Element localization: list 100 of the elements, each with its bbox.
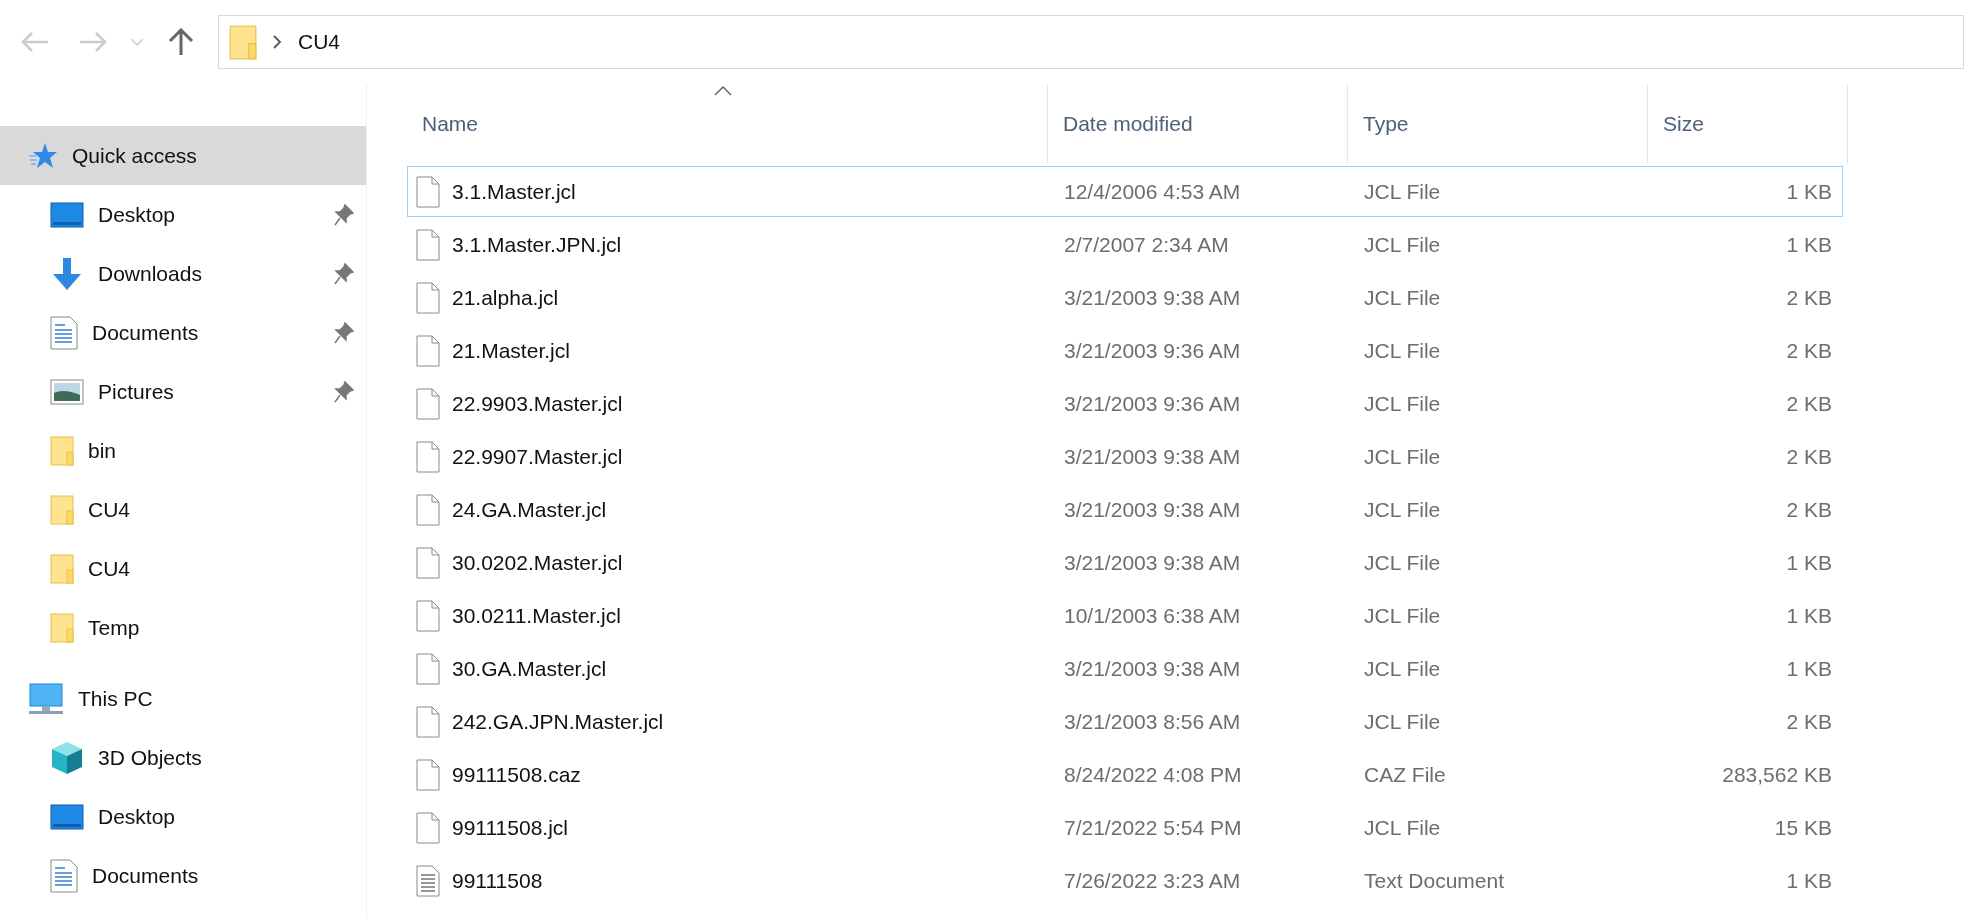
sidebar-item[interactable]: Quick access bbox=[0, 126, 366, 185]
folder-icon bbox=[50, 494, 74, 525]
type-cell-text: JCL File bbox=[1363, 179, 1442, 204]
up-arrow-icon bbox=[168, 28, 194, 56]
column-header[interactable]: Name bbox=[407, 84, 1048, 164]
computer-icon bbox=[28, 682, 64, 715]
type-cell-text: Text Document bbox=[1363, 868, 1506, 893]
sidebar-item[interactable]: Documents bbox=[0, 846, 366, 905]
file-row[interactable]: 30.0211.Master.jcl 10/1/2003 6:38 AM JCL File 1 KB bbox=[407, 590, 1843, 641]
size-cell-text: 15 KB bbox=[1773, 815, 1833, 840]
file-icon bbox=[416, 493, 440, 526]
cube-icon bbox=[50, 740, 84, 775]
sidebar-item[interactable]: bin bbox=[0, 421, 366, 480]
file-name: 99111508 bbox=[452, 868, 543, 893]
file-name: 22.9903.Master.jcl bbox=[452, 391, 623, 416]
file-icon bbox=[416, 811, 440, 844]
column-header[interactable]: Date modified bbox=[1048, 84, 1348, 164]
monitor-icon bbox=[50, 201, 84, 228]
sidebar-item[interactable]: Desktop bbox=[0, 787, 366, 846]
file-name: 24.GA.Master.jcl bbox=[452, 497, 607, 522]
file-row[interactable]: 99111508.jcl 7/21/2022 5:54 PM JCL File 15 KB bbox=[407, 802, 1843, 853]
down-arrow-icon bbox=[50, 256, 84, 291]
folder-icon bbox=[50, 435, 74, 466]
file-row[interactable]: 99111508.caz 8/24/2022 4:08 PM CAZ File 283,562 KB bbox=[407, 749, 1843, 800]
file-row[interactable]: 3.1.Master.JPN.jcl 2/7/2007 2:34 AM JCL File 1 KB bbox=[407, 219, 1843, 270]
file-icon bbox=[416, 334, 440, 367]
file-row[interactable]: 21.Master.jcl 3/21/2003 9:36 AM JCL File 2 KB bbox=[407, 325, 1843, 376]
text-file-icon bbox=[416, 864, 440, 897]
file-row[interactable]: 22.9903.Master.jcl 3/21/2003 9:36 AM JCL File 2 KB bbox=[407, 378, 1843, 429]
type-cell-text: JCL File bbox=[1363, 338, 1442, 363]
sidebar-item[interactable]: Documents bbox=[0, 303, 366, 362]
monitor-icon bbox=[50, 803, 84, 830]
file-icon bbox=[416, 758, 440, 791]
file-row[interactable]: 99111508 7/26/2022 3:23 AM Text Document 1 KB bbox=[407, 855, 1843, 906]
file-name: 3.1.Master.jcl bbox=[452, 179, 576, 204]
document-icon bbox=[50, 315, 78, 350]
file-row[interactable]: 30.GA.Master.jcl 3/21/2003 9:38 AM JCL File 1 KB bbox=[407, 643, 1843, 694]
file-row[interactable]: 22.9907.Master.jcl 3/21/2003 9:38 AM JCL File 2 KB bbox=[407, 431, 1843, 482]
size-cell-text: 1 KB bbox=[1785, 603, 1833, 628]
file-icon bbox=[416, 175, 440, 208]
sidebar-item[interactable]: Downloads bbox=[0, 244, 366, 303]
type-cell-text: JCL File bbox=[1363, 815, 1442, 840]
file-row[interactable]: 21.alpha.jcl 3/21/2003 9:38 AM JCL File 2 KB bbox=[407, 272, 1843, 323]
date-cell-text: 8/24/2022 4:08 PM bbox=[1063, 762, 1243, 787]
size-cell-text: 283,562 KB bbox=[1721, 762, 1833, 787]
sidebar-item[interactable]: CU4 bbox=[0, 480, 366, 539]
folder-icon bbox=[229, 24, 257, 60]
file-icon bbox=[416, 387, 440, 420]
type-cell-text: JCL File bbox=[1363, 550, 1442, 575]
file-row[interactable]: 3.1.Master.jcl 12/4/2006 4:53 AM JCL File 1 KB bbox=[407, 166, 1843, 217]
file-icon bbox=[416, 652, 440, 685]
type-cell-text: JCL File bbox=[1363, 497, 1442, 522]
type-cell-text: JCL File bbox=[1363, 709, 1442, 734]
date-cell-text: 7/26/2022 3:23 AM bbox=[1063, 868, 1242, 893]
file-icon bbox=[416, 440, 440, 473]
address-bar[interactable]: CU4 bbox=[218, 15, 1964, 69]
chevron-icon bbox=[273, 35, 282, 49]
type-cell-text: JCL File bbox=[1363, 603, 1442, 628]
folder-icon bbox=[50, 612, 74, 643]
size-cell-text: 1 KB bbox=[1785, 656, 1833, 681]
date-cell-text: 3/21/2003 9:36 AM bbox=[1063, 391, 1242, 416]
column-header[interactable]: Size bbox=[1648, 84, 1848, 164]
picture-icon bbox=[50, 378, 84, 405]
type-cell-text: JCL File bbox=[1363, 444, 1442, 469]
file-icon bbox=[416, 546, 440, 579]
size-cell-text: 1 KB bbox=[1785, 232, 1833, 257]
size-cell-text: 2 KB bbox=[1785, 285, 1833, 310]
breadcrumb[interactable]: CU4 bbox=[298, 30, 340, 54]
file-row[interactable]: 242.GA.JPN.Master.jcl 3/21/2003 8:56 AM JCL File 2 KB bbox=[407, 696, 1843, 747]
file-row[interactable]: 24.GA.Master.jcl 3/21/2003 9:38 AM JCL File 2 KB bbox=[407, 484, 1843, 535]
date-cell-text: 12/4/2006 4:53 AM bbox=[1063, 179, 1242, 204]
file-row[interactable]: 30.0202.Master.jcl 3/21/2003 9:38 AM JCL File 1 KB bbox=[407, 537, 1843, 588]
file-icon bbox=[416, 599, 440, 632]
file-name: 99111508.caz bbox=[452, 762, 581, 787]
size-cell-text: 2 KB bbox=[1785, 444, 1833, 469]
type-cell-text: JCL File bbox=[1363, 656, 1442, 681]
star-icon bbox=[28, 141, 58, 170]
left-arrow-icon bbox=[20, 31, 50, 53]
date-cell-text: 10/1/2003 6:38 AM bbox=[1063, 603, 1242, 628]
size-cell-text: 1 KB bbox=[1785, 868, 1833, 893]
column-header[interactable]: Type bbox=[1348, 84, 1648, 164]
type-cell-text: JCL File bbox=[1363, 232, 1442, 257]
file-name: 30.0202.Master.jcl bbox=[452, 550, 623, 575]
sidebar-item[interactable]: This PC bbox=[0, 669, 366, 728]
sidebar-item[interactable]: Pictures bbox=[0, 362, 366, 421]
date-cell-text: 3/21/2003 9:38 AM bbox=[1063, 550, 1242, 575]
sidebar-item[interactable]: 3D Objects bbox=[0, 728, 366, 787]
size-cell-text: 2 KB bbox=[1785, 497, 1833, 522]
date-cell-text: 7/21/2022 5:54 PM bbox=[1063, 815, 1243, 840]
file-name: 99111508.jcl bbox=[452, 815, 568, 840]
file-icon bbox=[416, 228, 440, 261]
type-cell-text: JCL File bbox=[1363, 285, 1442, 310]
size-cell-text: 2 KB bbox=[1785, 391, 1833, 416]
sidebar-item[interactable]: CU4 bbox=[0, 539, 366, 598]
sidebar-item[interactable]: Temp bbox=[0, 598, 366, 657]
sidebar-item[interactable]: Desktop bbox=[0, 185, 366, 244]
file-icon bbox=[416, 705, 440, 738]
right-arrow-icon bbox=[78, 31, 108, 53]
date-cell-text: 3/21/2003 9:38 AM bbox=[1063, 656, 1242, 681]
date-cell-text: 3/21/2003 9:38 AM bbox=[1063, 444, 1242, 469]
